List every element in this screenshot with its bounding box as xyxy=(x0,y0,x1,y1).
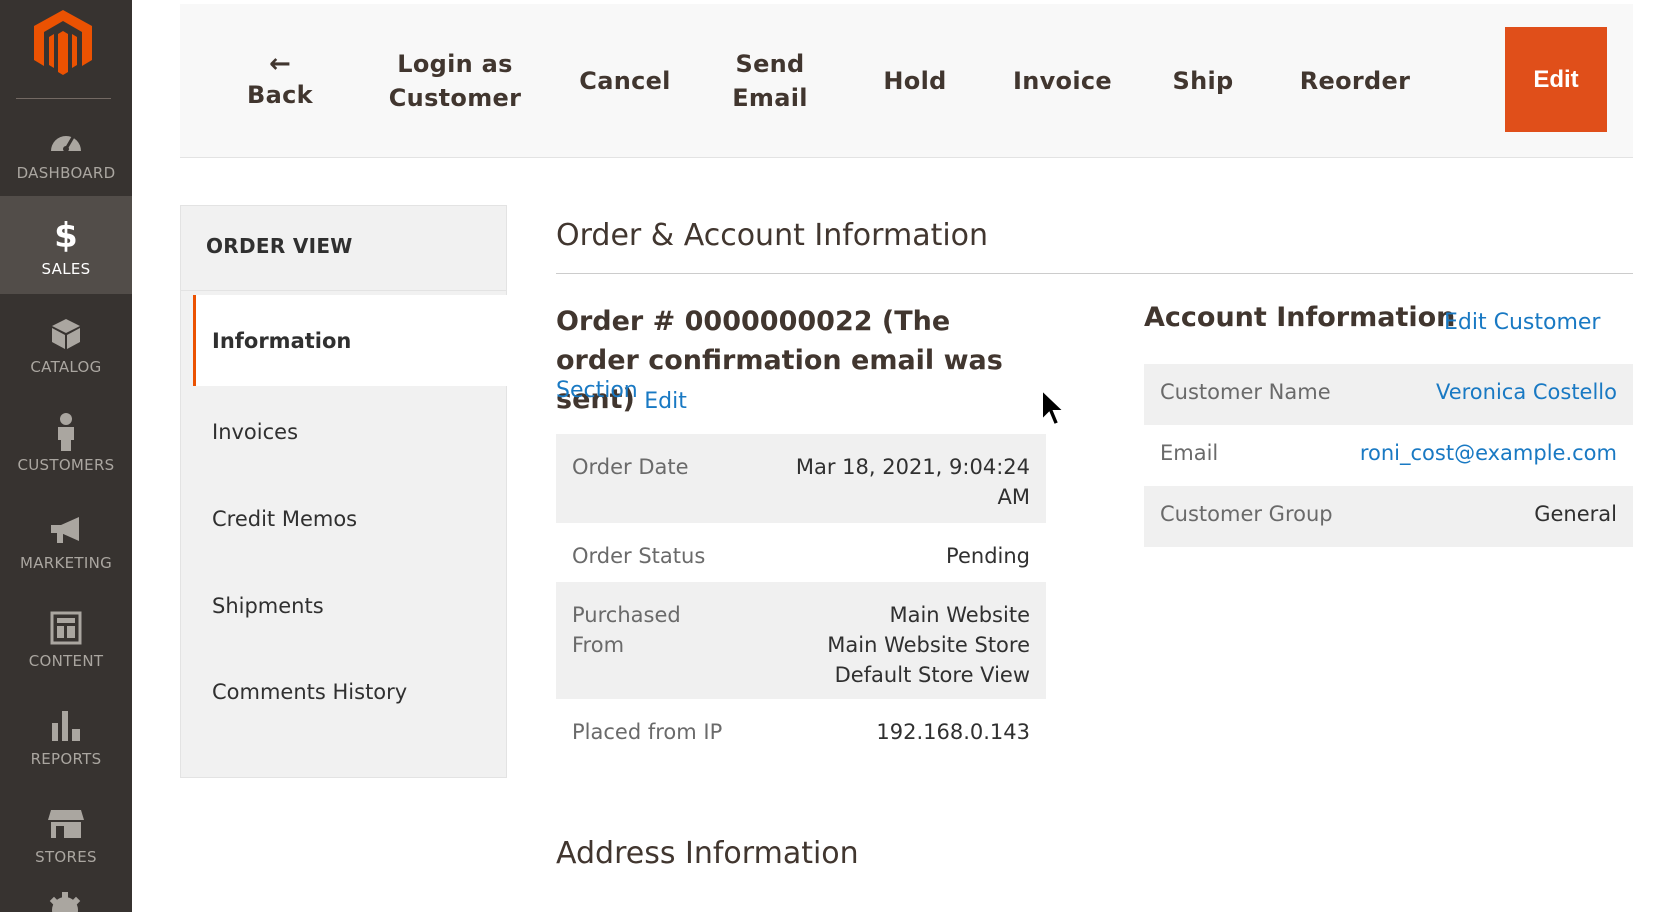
tab-information[interactable]: Information xyxy=(193,295,508,386)
order-view-title: ORDER VIEW xyxy=(206,234,353,258)
nav-sales[interactable]: $ SALES xyxy=(0,196,132,294)
edit-customer-link[interactable]: Edit Customer xyxy=(1444,310,1600,335)
account-info-table: Customer Name Veronica Costello Email ro… xyxy=(1144,364,1633,547)
mouse-cursor-icon xyxy=(1040,387,1067,428)
tab-invoices[interactable]: Invoices xyxy=(193,386,508,477)
layout-icon xyxy=(46,610,86,646)
cancel-button[interactable]: Cancel xyxy=(575,4,675,158)
person-icon xyxy=(46,413,86,451)
order-account-section-title: Order & Account Information xyxy=(556,218,989,253)
table-row: Customer Name Veronica Costello xyxy=(1144,364,1633,425)
table-row: Purchased From Main Website Main Website… xyxy=(556,582,1046,699)
admin-sidebar: DASHBOARD $ SALES CATALOG CUSTOMERS MARK… xyxy=(0,0,132,912)
order-heading: Order # 0000000022 (The order confirmati… xyxy=(556,306,1003,415)
dashboard-gauge-icon xyxy=(46,122,86,158)
nav-catalog[interactable]: CATALOG xyxy=(0,294,132,392)
ship-button[interactable]: Ship xyxy=(1158,4,1248,158)
table-row: Customer Group General xyxy=(1144,486,1633,547)
customer-email-link[interactable]: roni_cost@example.com xyxy=(1360,441,1617,465)
tab-credit-memos[interactable]: Credit Memos xyxy=(193,473,508,564)
table-row: Order Status Pending xyxy=(556,523,1046,582)
account-info-heading: Account Information xyxy=(1144,302,1456,333)
nav-dashboard[interactable]: DASHBOARD xyxy=(0,100,132,198)
customer-name-link[interactable]: Veronica Costello xyxy=(1436,380,1617,404)
edit-section-link[interactable]: Edit xyxy=(644,389,687,414)
box-icon xyxy=(46,316,86,352)
magento-logo[interactable] xyxy=(32,8,94,76)
edit-section-link-continued[interactable]: Section xyxy=(556,378,638,403)
tab-comments-history[interactable]: Comments History xyxy=(193,646,508,737)
nav-customers[interactable]: CUSTOMERS xyxy=(0,392,132,490)
sidebar-divider xyxy=(16,98,111,99)
table-row: Order Date Mar 18, 2021, 9:04:24 AM xyxy=(556,434,1046,523)
order-status-value: Pending xyxy=(946,544,1030,568)
dollar-icon: $ xyxy=(54,216,78,256)
edit-order-button[interactable]: Edit xyxy=(1505,27,1607,132)
invoice-button[interactable]: Invoice xyxy=(1005,4,1120,158)
nav-marketing[interactable]: MARKETING xyxy=(0,490,132,588)
reorder-button[interactable]: Reorder xyxy=(1285,4,1425,158)
megaphone-icon xyxy=(46,512,86,548)
hold-button[interactable]: Hold xyxy=(870,4,960,158)
order-view-tabs: ORDER VIEW Information Invoices Credit M… xyxy=(180,205,508,778)
tabs-divider xyxy=(181,290,506,291)
nav-reports[interactable]: REPORTS xyxy=(0,686,132,784)
order-info-table: Order Date Mar 18, 2021, 9:04:24 AM Orde… xyxy=(556,434,1046,763)
table-row: Email roni_cost@example.com xyxy=(1160,441,1617,465)
table-row: Placed from IP 192.168.0.143 xyxy=(572,720,1030,744)
address-section-title: Address Information xyxy=(556,836,859,871)
system-gear-icon[interactable] xyxy=(48,892,82,912)
bar-chart-icon xyxy=(46,708,86,744)
section-divider xyxy=(556,273,1633,274)
send-email-button[interactable]: Send Email xyxy=(720,4,820,158)
nav-content[interactable]: CONTENT xyxy=(0,588,132,686)
page-actions-toolbar: ← Back Login as Customer Cancel Send Ema… xyxy=(180,4,1633,158)
login-as-customer-button[interactable]: Login as Customer xyxy=(370,4,540,158)
tab-shipments[interactable]: Shipments xyxy=(193,560,508,651)
arrow-left-icon: ← xyxy=(268,49,292,79)
back-button[interactable]: ← Back xyxy=(230,4,330,158)
nav-stores[interactable]: STORES xyxy=(0,784,132,882)
storefront-icon xyxy=(46,806,86,842)
